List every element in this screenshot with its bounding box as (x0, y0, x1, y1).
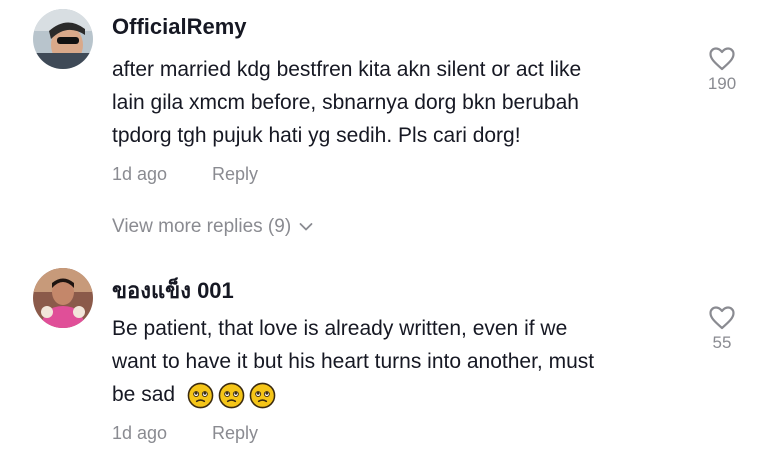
pleading-face-emoji-icon (218, 382, 245, 409)
reply-button[interactable]: Reply (212, 164, 258, 184)
comment-text-line: want to have it but his heart turns into… (112, 350, 595, 373)
chevron-down-icon (299, 223, 313, 231)
comment-text-line: Be patient, that love is already written… (112, 317, 568, 340)
comment-text-line: be sad (112, 378, 682, 411)
view-more-label: View more replies (9) (112, 216, 292, 237)
reply-button[interactable]: Reply (212, 423, 258, 443)
avatar[interactable] (33, 9, 93, 69)
comment-username[interactable]: ของแข็ง 001 (112, 273, 234, 308)
comment-text-fragment: be sad (112, 383, 176, 406)
like-count: 55 (712, 333, 732, 352)
pleading-face-emoji-icon (249, 382, 276, 409)
comment-text-line: after married kdg bestfren kita akn sile… (112, 58, 582, 81)
comment-timestamp: 1d ago (112, 423, 168, 443)
like-control: 55 (700, 305, 744, 353)
comment-meta: 1d ago Reply (112, 423, 258, 444)
pleading-face-emoji-icon (187, 382, 214, 409)
heart-outline-icon[interactable] (708, 305, 736, 331)
like-count: 190 (707, 74, 737, 93)
view-more-replies-button[interactable]: View more replies (9) (112, 216, 313, 238)
comment-text: after married kdg bestfren kita akn sile… (112, 53, 682, 152)
like-control: 190 (700, 46, 744, 94)
comment-timestamp: 1d ago (112, 164, 168, 184)
comment-text: Be patient, that love is already written… (112, 312, 682, 411)
comment-meta: 1d ago Reply (112, 164, 258, 185)
comment-username[interactable]: OfficialRemy (112, 14, 247, 40)
heart-outline-icon[interactable] (708, 46, 736, 72)
comment-text-line: tpdorg tgh pujuk hati yg sedih. Pls cari… (112, 124, 521, 147)
comment-text-line: lain gila xmcm before, sbnarnya dorg bkn… (112, 91, 579, 114)
avatar[interactable] (33, 268, 93, 328)
